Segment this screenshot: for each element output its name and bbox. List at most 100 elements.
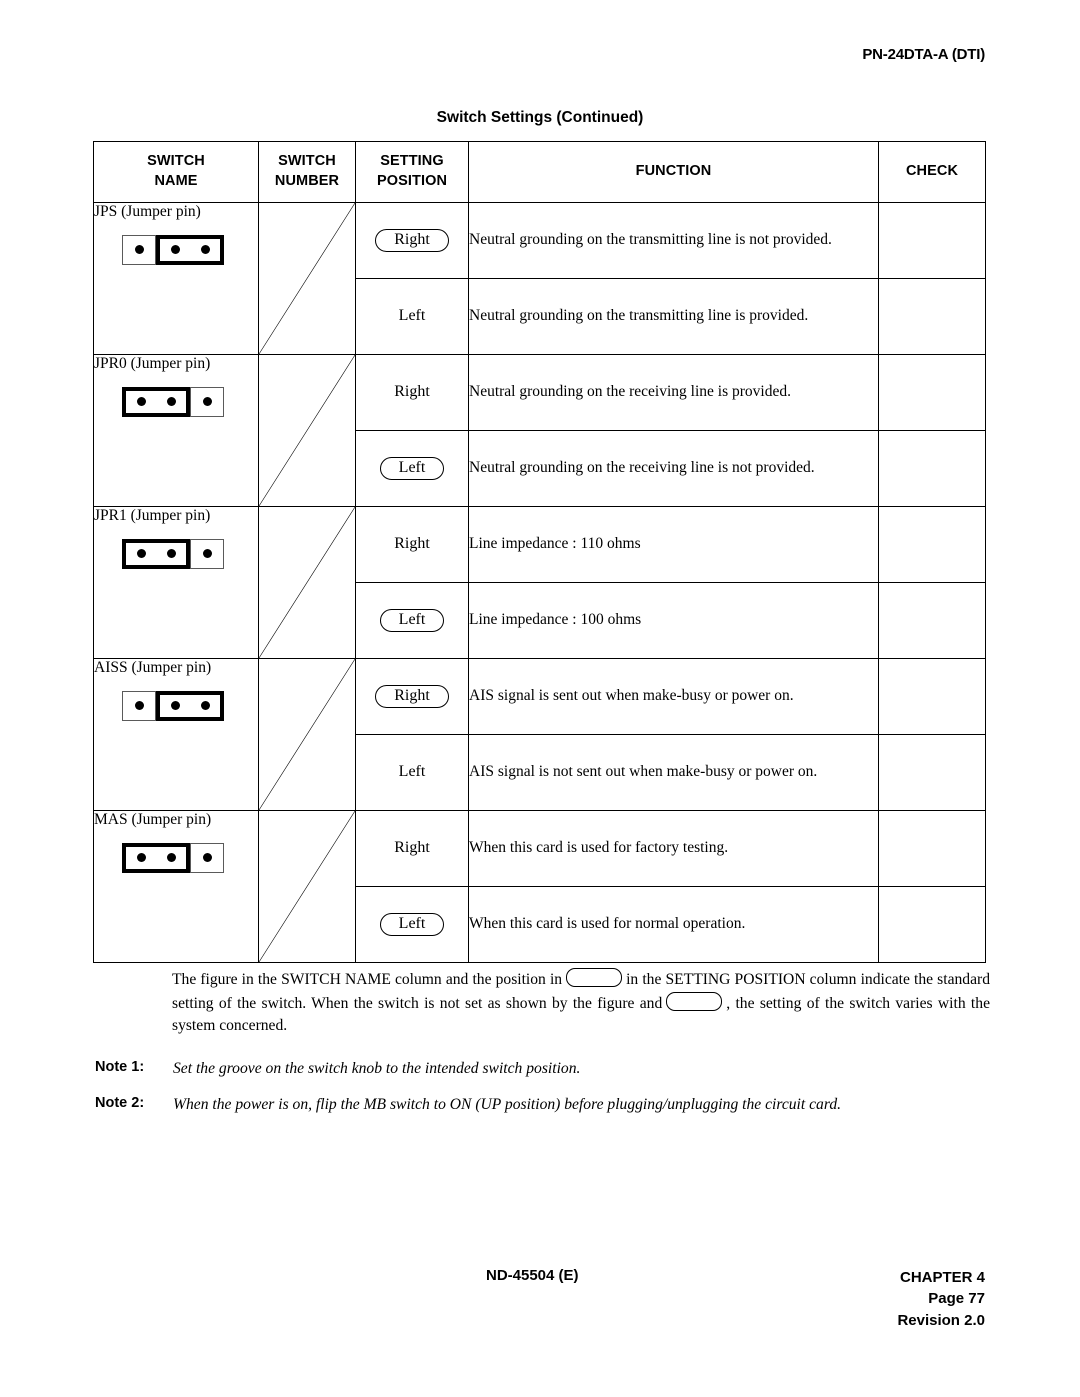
switch-number-cell [258, 810, 356, 963]
jumper-pin-diagram-icon [122, 234, 224, 265]
switch-name-label: JPS (Jumper pin) [94, 203, 201, 220]
column-header-setting-position-line1: SETTING [380, 153, 444, 170]
column-header-switch-number: SWITCH NUMBER [258, 141, 356, 203]
jumper-pin-dot-icon [170, 245, 180, 255]
jumper-pin-dot-icon [170, 701, 180, 711]
setting-position-standard-marker: Left [379, 456, 445, 481]
column-header-switch-number-line1: SWITCH [278, 153, 336, 170]
column-header-switch-number-line2: NUMBER [274, 173, 340, 189]
jumper-pin-dot-icon [166, 397, 176, 407]
column-header-setting-position: SETTING POSITION [355, 141, 469, 203]
diagonal-slash-icon [259, 507, 355, 658]
check-cell[interactable] [878, 278, 986, 355]
setting-position-label: Left [398, 307, 426, 324]
function-cell: When this card is used for normal operat… [468, 886, 879, 963]
setting-position-cell: Left [355, 886, 469, 963]
setting-position-cell: Right [355, 506, 469, 583]
diagonal-slash-icon [259, 203, 355, 354]
column-header-switch-name-line1: SWITCH [147, 153, 205, 170]
switch-name-cell: JPS (Jumper pin) [93, 202, 259, 355]
jumper-pin-dot-icon [166, 853, 176, 863]
jumper-pin-dot-icon [134, 701, 144, 711]
check-cell[interactable] [878, 430, 986, 507]
column-header-setting-position-line2: POSITION [376, 173, 448, 189]
table-row: AISS (Jumper pin) Right AIS signal is sent… [93, 658, 986, 811]
column-header-check: CHECK [878, 141, 986, 203]
jumper-pin-dot-icon [200, 245, 210, 255]
jumper-open-pin-slot [190, 386, 224, 417]
jumper-open-pin-slot [190, 538, 224, 569]
check-cell[interactable] [878, 658, 986, 735]
setting-position-cell: Right [355, 202, 469, 279]
note-label: Note 1: [95, 1059, 145, 1075]
table-row: JPR1 (Jumper pin) Right Line impedance : 1… [93, 506, 986, 659]
switch-settings-table-body: JPS (Jumper pin) Right Neutral grounding o… [93, 202, 986, 963]
switch-name-cell: JPR1 (Jumper pin) [93, 506, 259, 659]
check-cell[interactable] [878, 582, 986, 659]
function-cell: Neutral grounding on the receiving line … [468, 430, 879, 507]
function-cell: Neutral grounding on the transmitting li… [468, 202, 879, 279]
check-cell[interactable] [878, 810, 986, 887]
jumper-block-icon [156, 234, 224, 265]
setting-position-label: Left [398, 763, 426, 780]
check-cell[interactable] [878, 886, 986, 963]
diagonal-slash-icon [259, 659, 355, 810]
table-row: JPR0 (Jumper pin) Right Neutral grounding … [93, 354, 986, 507]
jumper-pin-dot-icon [136, 549, 146, 559]
jumper-pin-dot-icon [202, 853, 212, 863]
jumper-block-icon [122, 538, 190, 569]
document-code-header: PN-24DTA-A (DTI) [862, 46, 985, 63]
jumper-pin-dot-icon [200, 701, 210, 711]
switch-number-cell [258, 658, 356, 811]
check-cell[interactable] [878, 202, 986, 279]
switch-name-label: JPR1 (Jumper pin) [94, 507, 211, 524]
footer-page: Page 77 [928, 1290, 985, 1308]
check-cell[interactable] [878, 354, 986, 431]
note-row: Note 2: When the power is on, flip the MB… [95, 1094, 995, 1117]
switch-number-cell [258, 506, 356, 659]
column-header-switch-name-line2: NAME [154, 173, 198, 189]
setting-position-label: Right [394, 535, 430, 552]
column-header-switch-name: SWITCH NAME [93, 141, 259, 203]
diagonal-slash-icon [259, 811, 355, 962]
check-cell[interactable] [878, 734, 986, 811]
function-cell: AIS signal is not sent out when make-bus… [468, 734, 879, 811]
standard-setting-oval-icon [566, 968, 623, 987]
function-cell: When this card is used for factory testi… [468, 810, 879, 887]
table-row: MAS (Jumper pin) Right When this card is u… [93, 810, 986, 963]
footer-chapter: CHAPTER 4 [899, 1269, 985, 1286]
function-cell: Line impedance : 100 ohms [468, 582, 879, 659]
jumper-open-pin-slot [122, 690, 156, 721]
diagonal-slash-icon [259, 355, 355, 506]
note-row: Note 1: Set the groove on the switch knob… [95, 1058, 995, 1081]
jumper-block-icon [122, 842, 190, 873]
jumper-pin-diagram-icon [122, 386, 224, 417]
jumper-block-icon [122, 386, 190, 417]
jumper-pin-dot-icon [134, 245, 144, 255]
jumper-pin-dot-icon [202, 549, 212, 559]
switch-name-label: MAS (Jumper pin) [94, 811, 212, 828]
table-row: JPS (Jumper pin) Right Neutral grounding o… [93, 202, 986, 355]
explanation-paragraph: The figure in the SWITCH NAME column and… [172, 968, 990, 1038]
setting-position-cell: Left [355, 430, 469, 507]
switch-settings-table: SWITCH NAME SWITCH NUMBER SETTING POSITI… [93, 141, 986, 963]
note-label: Note 2: [95, 1094, 145, 1111]
switch-name-cell: MAS (Jumper pin) [93, 810, 259, 963]
jumper-pin-dot-icon [136, 397, 146, 407]
setting-position-cell: Left [355, 734, 469, 811]
setting-position-cell: Right [355, 658, 469, 735]
setting-position-standard-marker: Right [375, 684, 449, 709]
switch-number-cell [258, 202, 356, 355]
function-cell: Neutral grounding on the transmitting li… [468, 278, 879, 355]
switch-name-cell: JPR0 (Jumper pin) [93, 354, 259, 507]
jumper-open-pin-slot [190, 842, 224, 873]
explanation-part1: The figure in the SWITCH NAME column and… [172, 971, 563, 988]
jumper-block-icon [156, 690, 224, 721]
jumper-pin-diagram-icon [122, 538, 224, 569]
setting-position-cell: Left [355, 582, 469, 659]
table-title: Switch Settings (Continued) [436, 109, 644, 126]
check-cell[interactable] [878, 506, 986, 583]
jumper-pin-diagram-icon [122, 690, 224, 721]
standard-setting-oval-icon [666, 991, 723, 1011]
table-header-row: SWITCH NAME SWITCH NUMBER SETTING POSITI… [93, 141, 986, 203]
